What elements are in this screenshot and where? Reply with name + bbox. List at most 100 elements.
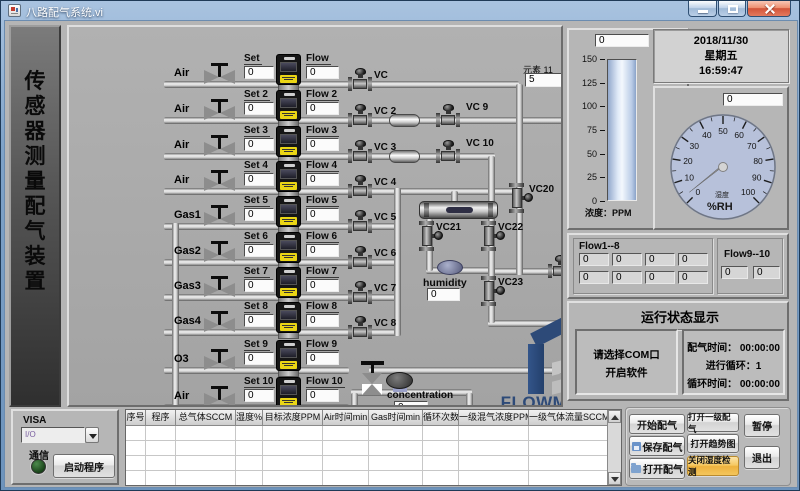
table-header-cell[interactable]: 目标浓度PPM [263, 410, 323, 426]
table-cell[interactable] [323, 426, 369, 441]
weekday-text: 星期五 [654, 49, 788, 64]
table-header-cell[interactable]: Air时间min [323, 410, 369, 426]
vc-solenoid-valve[interactable] [347, 104, 373, 127]
open-gas-button[interactable]: 打开配气 [629, 458, 685, 479]
table-cell[interactable] [529, 471, 609, 486]
table-cell[interactable] [176, 456, 236, 471]
visa-dropdown-button[interactable] [85, 427, 99, 443]
set-input[interactable]: 0 [244, 173, 274, 186]
exit-button[interactable]: 退出 [744, 446, 780, 469]
table-header-cell[interactable]: 循环次数 [423, 410, 459, 426]
start-program-button[interactable]: 启动程序 [53, 454, 115, 478]
scroll-down-button[interactable] [608, 472, 621, 485]
open-trend-button[interactable]: 打开趋势图 [687, 434, 739, 453]
table-header-cell[interactable]: Gas时间min [369, 410, 423, 426]
program-table[interactable]: 序号程序总气体SCCM湿度%目标浓度PPMAir时间minGas时间min循环次… [125, 409, 622, 486]
set-input[interactable]: 0 [244, 66, 274, 79]
table-cell[interactable] [423, 471, 459, 486]
table-cell[interactable] [146, 441, 176, 456]
table-cell[interactable] [369, 426, 423, 441]
vc-solenoid-valve[interactable] [435, 140, 461, 163]
table-cell[interactable] [126, 441, 146, 456]
table-cell[interactable] [323, 441, 369, 456]
vc-solenoid-valve[interactable] [562, 104, 563, 127]
table-cell[interactable] [146, 426, 176, 441]
table-cell[interactable] [263, 456, 323, 471]
table-cell[interactable] [236, 441, 263, 456]
table-header-cell[interactable]: 湿度% [236, 410, 263, 426]
table-cell[interactable] [236, 471, 263, 486]
table-cell[interactable] [369, 456, 423, 471]
table-cell[interactable] [263, 471, 323, 486]
set-input[interactable]: 0 [244, 244, 274, 257]
scroll-up-button[interactable] [608, 410, 621, 423]
set-input[interactable]: 0 [244, 102, 274, 115]
flow-label: Flow [306, 53, 331, 65]
table-header-cell[interactable]: 一级气体流量SCCM [529, 410, 609, 426]
table-cell[interactable] [459, 441, 529, 456]
table-cell[interactable] [263, 426, 323, 441]
table-header-cell[interactable]: 一级混气浓度PPM [459, 410, 529, 426]
table-cell[interactable] [529, 441, 609, 456]
table-cell[interactable] [146, 471, 176, 486]
vc-solenoid-valve[interactable] [347, 68, 373, 91]
set-input[interactable]: 0 [244, 352, 274, 365]
table-row[interactable] [126, 441, 621, 456]
table-cell[interactable] [323, 456, 369, 471]
table-cell[interactable] [126, 426, 146, 441]
vc-solenoid-valve[interactable] [435, 104, 461, 127]
set-input[interactable]: 0 [244, 208, 274, 221]
open-primary-gas-button[interactable]: 打开一级配气 [687, 413, 739, 432]
table-cell[interactable] [423, 441, 459, 456]
set-input[interactable]: 0 [244, 389, 274, 402]
vc-solenoid-valve[interactable] [347, 281, 373, 304]
set-input[interactable]: 0 [244, 314, 274, 327]
table-header-cell[interactable]: 程序 [146, 410, 176, 426]
table-cell[interactable] [176, 426, 236, 441]
arrow-up-icon [611, 415, 619, 420]
table-row[interactable] [126, 456, 621, 471]
table-cell[interactable] [323, 471, 369, 486]
table-row[interactable] [126, 426, 621, 441]
minimize-button[interactable] [688, 1, 717, 17]
visa-resource-input[interactable]: I/O [21, 427, 85, 443]
close-humidity-button[interactable]: 关闭湿度检测 [687, 456, 739, 476]
element11-input[interactable]: 5 [525, 73, 563, 87]
table-cell[interactable] [369, 471, 423, 486]
vc-solenoid-valve[interactable] [347, 175, 373, 198]
table-cell[interactable] [423, 426, 459, 441]
table-cell[interactable] [423, 456, 459, 471]
set-input[interactable]: 0 [244, 279, 274, 292]
table-cell[interactable] [236, 456, 263, 471]
table-header-cell[interactable]: 序号 [126, 410, 146, 426]
table-cell[interactable] [529, 456, 609, 471]
close-button[interactable] [747, 1, 791, 17]
set-input[interactable]: 0 [244, 138, 274, 151]
table-cell[interactable] [176, 471, 236, 486]
save-gas-button[interactable]: 保存配气 [629, 436, 685, 456]
vc-solenoid-valve[interactable] [347, 246, 373, 269]
table-cell[interactable] [176, 441, 236, 456]
table-header-cell[interactable]: 总气体SCCM [176, 410, 236, 426]
vc-solenoid-valve[interactable] [347, 140, 373, 163]
pause-button[interactable]: 暂停 [744, 414, 780, 437]
vc-solenoid-valve[interactable] [347, 210, 373, 233]
table-cell[interactable] [126, 456, 146, 471]
vc-solenoid-valve[interactable] [347, 316, 373, 339]
table-cell[interactable] [263, 441, 323, 456]
table-cell[interactable] [146, 456, 176, 471]
table-cell[interactable] [459, 471, 529, 486]
table-cell[interactable] [369, 441, 423, 456]
table-cell[interactable] [459, 456, 529, 471]
table-row[interactable] [126, 471, 621, 486]
table-cell[interactable] [126, 471, 146, 486]
set-label: Set 3 [244, 125, 270, 137]
table-cell[interactable] [236, 426, 263, 441]
vc-solenoid-valve[interactable] [547, 255, 563, 278]
table-scrollbar[interactable] [607, 410, 621, 485]
maximize-button[interactable] [718, 1, 746, 17]
start-gas-button[interactable]: 开始配气 [629, 414, 685, 434]
flow-readout: 0 [306, 102, 339, 115]
table-cell[interactable] [529, 426, 609, 441]
table-cell[interactable] [459, 426, 529, 441]
